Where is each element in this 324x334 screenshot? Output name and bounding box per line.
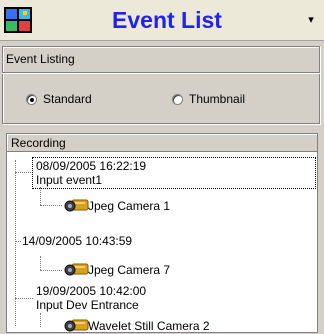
event-datetime[interactable]: 08/09/2005 16:22:19 <box>36 159 146 173</box>
menu-dropdown-icon[interactable]: ▾ <box>303 12 319 28</box>
app-grid-icon <box>4 7 32 33</box>
page-title: Event List <box>112 7 222 33</box>
title-bar: Event List ▾ <box>0 0 324 41</box>
security-camera-icon <box>64 199 89 212</box>
tree-branch-line <box>15 241 21 242</box>
tree-child-branch <box>40 270 62 271</box>
event-description[interactable]: Input Dev Entrance <box>36 298 139 312</box>
radio-standard[interactable]: Standard <box>26 92 92 106</box>
tree-child-branch <box>40 205 62 206</box>
radio-thumbnail-label: Thumbnail <box>189 92 246 106</box>
event-datetime[interactable]: 19/09/2005 10:42:00 <box>36 284 146 298</box>
tree-child-line <box>40 313 41 327</box>
event-datetime[interactable]: 14/09/2005 10:43:59 <box>22 234 132 248</box>
security-camera-icon <box>64 319 89 332</box>
camera-name[interactable]: Wavelet Still Camera 2 <box>88 319 210 333</box>
radio-thumbnail-indicator[interactable] <box>172 93 183 105</box>
tree-branch-line <box>15 298 33 299</box>
tree-branch-line <box>15 172 33 173</box>
camera-name[interactable]: Jpeg Camera 1 <box>88 199 170 213</box>
tree-child-line <box>40 187 41 205</box>
tree-trunk-line <box>15 160 16 326</box>
radio-standard-indicator[interactable] <box>26 93 37 105</box>
tree-child-line <box>40 256 41 270</box>
event-listing-label: Event Listing <box>6 52 75 66</box>
camera-name[interactable]: Jpeg Camera 7 <box>88 263 170 277</box>
radio-standard-label: Standard <box>43 92 92 106</box>
recording-column-header[interactable]: Recording <box>7 134 317 152</box>
group-divider <box>2 72 320 74</box>
event-description[interactable]: Input event1 <box>36 173 102 187</box>
radio-thumbnail[interactable]: Thumbnail <box>172 92 245 106</box>
security-camera-icon <box>64 263 89 276</box>
